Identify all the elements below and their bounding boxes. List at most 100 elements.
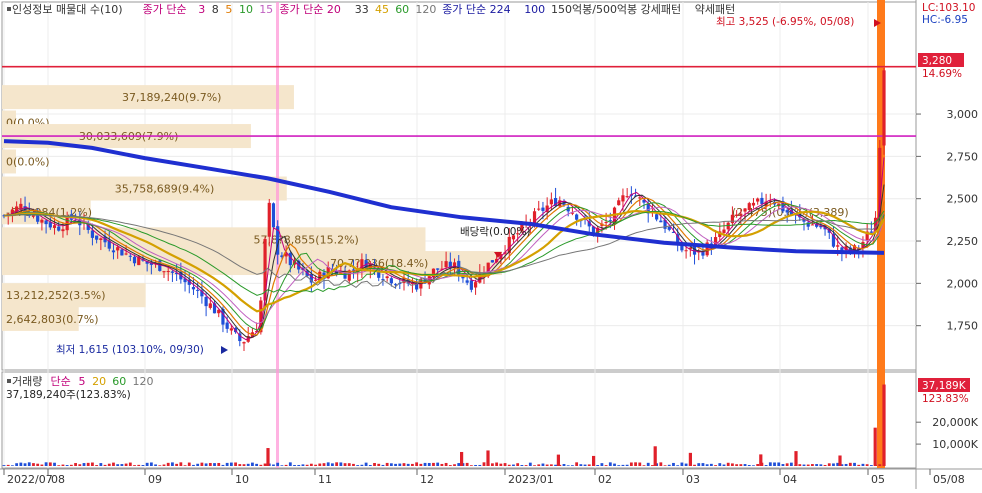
volume-bar xyxy=(259,464,263,466)
volume-bar xyxy=(554,464,557,466)
legend-entry: 8 xyxy=(212,3,219,16)
legend-entry: 10 xyxy=(239,3,253,16)
volume-bar xyxy=(861,463,865,466)
volume-bar xyxy=(600,463,604,466)
volume-bar xyxy=(389,463,393,466)
volume-bar xyxy=(785,463,789,466)
volume-bar xyxy=(225,462,229,466)
volume-bar xyxy=(221,464,225,466)
volume-bar xyxy=(318,463,322,466)
volume-bar xyxy=(78,464,82,466)
candle-body xyxy=(836,245,840,247)
legend-entry: 45 xyxy=(375,3,389,16)
volume-value: 37,189,240주(123.83%) xyxy=(6,389,131,401)
volume-spike xyxy=(486,450,490,466)
volume-bar xyxy=(255,463,259,466)
volume-bar xyxy=(65,465,69,466)
candle-body xyxy=(208,303,212,308)
volume-bar xyxy=(802,464,806,466)
price-tick-label: 2,750 xyxy=(947,150,979,163)
volume-bar xyxy=(777,462,781,466)
candle-body xyxy=(756,198,760,202)
volume-bar xyxy=(634,462,637,466)
candle-body xyxy=(31,215,36,217)
volume-bar xyxy=(360,464,364,466)
price-tick-label: 2,250 xyxy=(947,235,979,248)
volume-bar xyxy=(739,464,743,466)
volume-bar xyxy=(482,462,486,466)
volume-bar xyxy=(722,464,726,466)
volume-bar xyxy=(537,464,541,466)
volume-bar xyxy=(246,463,250,466)
candle-body xyxy=(549,199,553,205)
volume-bar xyxy=(844,463,848,466)
date-tick-label: 10 xyxy=(235,473,249,486)
volume-bar xyxy=(672,462,675,466)
candle-body xyxy=(191,287,196,290)
legend-marker-icon xyxy=(7,379,11,383)
volume-bar xyxy=(2,465,6,466)
volume-spike xyxy=(556,454,560,466)
legend-entry: 33 xyxy=(355,3,369,16)
volume-bar xyxy=(676,465,680,466)
volume-bar xyxy=(364,462,368,466)
volume-bar xyxy=(853,462,856,466)
volume-bar xyxy=(533,465,536,466)
candle-body xyxy=(444,261,448,268)
volume-bar xyxy=(171,462,174,466)
volume-bar xyxy=(781,464,785,466)
volume-bar xyxy=(478,464,482,466)
volume-bar xyxy=(402,463,406,466)
legend-entry: 5 xyxy=(225,3,232,16)
volume-spike xyxy=(759,454,763,466)
volume-bar xyxy=(436,462,440,466)
candle-body xyxy=(436,268,440,270)
dividend-annotation: 배당락(0.00%) xyxy=(460,226,531,238)
volume-bar xyxy=(48,462,52,466)
legend-entry: 약세패턴 xyxy=(695,2,735,16)
volume-bar xyxy=(798,464,802,466)
volume-bar xyxy=(145,462,149,466)
volume-bar xyxy=(343,463,347,466)
volume-bar xyxy=(768,462,772,466)
volume-bar xyxy=(149,462,153,466)
volume-bar xyxy=(297,464,301,466)
volume-bar xyxy=(183,465,187,466)
volume-bar xyxy=(6,464,10,466)
volume-bar xyxy=(326,462,330,466)
candle-body xyxy=(490,260,495,263)
volume-bar xyxy=(465,462,469,466)
volume-bar xyxy=(276,462,280,466)
volume-spike xyxy=(592,455,596,466)
volume-bar xyxy=(309,463,313,466)
stock-chart[interactable]: 37,189,240(9.7%)0(0.0%)30,033,609(7.9%)0… xyxy=(0,0,982,489)
volume-bar xyxy=(112,462,115,466)
date-tick-label: 05/08 xyxy=(933,473,965,486)
legend-entry: 100 xyxy=(524,3,545,16)
volume-bar xyxy=(381,464,385,466)
volume-spike xyxy=(882,384,886,466)
candle-body xyxy=(204,296,208,307)
stock-chart-window: 37,189,240(9.7%) 0(0.0%) 30,033,609(7.9%) 0… xyxy=(0,0,982,489)
volume-bar xyxy=(352,463,355,466)
candle-body xyxy=(128,255,132,257)
volume-bar xyxy=(832,463,835,466)
volume-bar xyxy=(82,463,86,466)
candle-body xyxy=(52,225,57,228)
volume-bar xyxy=(512,464,515,466)
volume-bar xyxy=(667,464,671,466)
volume-bar xyxy=(566,465,570,466)
legend-entry: 5 xyxy=(79,375,86,388)
legend-entry: 15 xyxy=(259,3,273,16)
legend-entry: 거래량 xyxy=(12,375,42,388)
volume-bar xyxy=(394,463,397,466)
volume-bar xyxy=(411,463,414,466)
volume-bar xyxy=(499,463,503,466)
volume-bar xyxy=(61,464,65,466)
candle-body xyxy=(57,226,61,231)
legend-entry: 종가 단순 20 xyxy=(279,3,340,16)
volume-bar xyxy=(604,465,608,466)
volume-bar xyxy=(697,463,701,466)
candle-body xyxy=(735,214,739,217)
volume-bar xyxy=(827,463,831,466)
